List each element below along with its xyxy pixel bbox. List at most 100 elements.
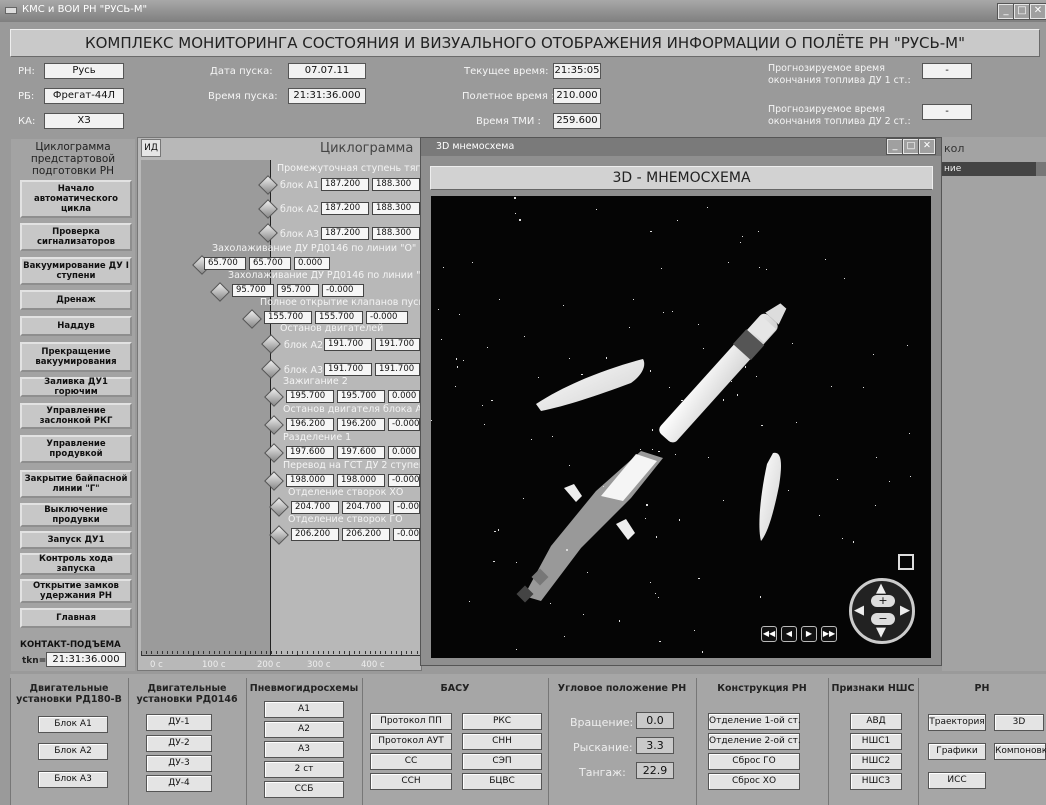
rd180-block-button[interactable]: Блок А2 [38,743,108,760]
launch-time-value: 21:31:36.000 [288,88,366,104]
basu-button[interactable]: СЭП [462,753,542,770]
sidebar-item-13[interactable]: Контроль хода запуска [20,553,132,575]
sidebar-item-10[interactable]: Закрытие байпасной линии "Г" [20,470,132,498]
axis-tick [188,651,189,654]
rn-label: РН: [18,66,35,77]
roll-value: 0.0 [636,712,674,729]
event-value: 95.700 [232,284,274,297]
app-icon [5,7,17,14]
basu-button[interactable]: РКС [462,713,542,730]
mnemo-maximize-icon[interactable]: □ [902,138,920,155]
construction-button[interactable]: Отделение 2-ой ст. [708,733,801,750]
rewind-icon[interactable]: ◀◀ [761,626,777,642]
nsh-button[interactable]: НШС1 [850,733,902,750]
nsh-button[interactable]: АВД [850,713,902,730]
tmi-time-value: 259.600 [553,113,601,129]
sidebar-item-8[interactable]: Управление заслонкой РКГ [20,403,132,429]
axis-tick [344,651,345,654]
dpad-down-icon[interactable]: ▼ [876,625,886,640]
axis-tick-label: 200 с [257,660,281,670]
rn-3d-button[interactable]: 3D [994,714,1044,731]
dpad-right-icon[interactable]: ▶ [900,603,910,618]
basu-button[interactable]: СНН [462,733,542,750]
event-label: Захолаживание ДУ РД0146 по линии "Г" [228,270,431,281]
event-value: 95.700 [277,284,319,297]
sidebar-item-14[interactable]: Открытие замков удержания РН [20,579,132,603]
axis-tick-label: 400 с [361,660,385,670]
basu-button[interactable]: Протокол ПП [370,713,452,730]
rn-trajectory-button[interactable]: Траектория [928,714,986,731]
title-bar: КМС и ВОИ РН "РУСЬ-М" _ □ ✕ [0,0,1046,22]
sidebar-item-4[interactable]: Дренаж [20,290,132,310]
rd0146-du-button[interactable]: ДУ-2 [146,735,212,752]
rn-layout-button[interactable]: Компоновка [994,743,1046,760]
basu-button[interactable]: БЦВС [462,773,542,790]
sidebar-item-1[interactable]: Начало автоматического цикла [20,180,132,218]
mnemo-minimize-icon[interactable]: _ [886,138,904,155]
axis-tick [281,651,282,654]
construction-button[interactable]: Сброс ХО [708,773,800,790]
rd180-block-button[interactable]: Блок А3 [38,771,108,788]
axis-tick [172,651,173,654]
rd0146-du-button[interactable]: ДУ-1 [146,714,212,731]
event-label: Захолаживание ДУ РД0146 по линии "О" [212,243,417,254]
basu-button[interactable]: ССН [370,773,452,790]
axis-tick [406,651,407,654]
cyclogram-chart-area [141,160,271,655]
close-icon[interactable]: ✕ [1029,3,1046,20]
sidebar-item-5[interactable]: Наддув [20,316,132,336]
event-label: Разделение 1 [283,432,352,443]
event-label: Отделение створок ХО [288,487,404,498]
rd0146-du-button[interactable]: ДУ-4 [146,775,212,792]
axis-tick [245,651,246,656]
mnemo-close-icon[interactable]: ✕ [918,138,936,155]
axis-tick [349,651,350,656]
axis-tick [313,651,314,654]
basu-button[interactable]: Протокол АУТ [370,733,452,750]
construction-button[interactable]: Отделение 1-ой ст. [708,713,801,730]
event-label: блок А3 [280,229,320,240]
dpad-left-icon[interactable]: ◀ [854,603,864,618]
sidebar-title: Циклограмма предстартовой подготовки РН [30,141,116,177]
construction-button[interactable]: Сброс ГО [708,753,800,770]
construction-title: Конструкция РН [717,683,807,694]
event-value: 198.000 [337,474,385,487]
axis-tick [339,651,340,654]
play-icon[interactable]: ▶ [801,626,817,642]
rd0146-du-button[interactable]: ДУ-3 [146,755,212,772]
pneumo-button[interactable]: А3 [264,741,344,758]
sidebar-item-12[interactable]: Запуск ДУ1 [20,531,132,549]
nsh-button[interactable]: НШС2 [850,753,902,770]
rn-graphs-button[interactable]: Графики [928,743,986,760]
basu-button[interactable]: СС [370,753,452,770]
fast-forward-icon[interactable]: ▶▶ [821,626,837,642]
sidebar-item-6[interactable]: Прекращение вакуумирования [20,342,132,372]
fullscreen-icon[interactable] [898,554,914,570]
sidebar-item-2[interactable]: Проверка сигнализаторов [20,223,132,251]
event-value: 196.200 [286,418,334,431]
sidebar-item-3[interactable]: Вакуумирование ДУ I ступени [20,257,132,285]
pneumo-button[interactable]: А1 [264,701,344,718]
rd180-block-button[interactable]: Блок А1 [38,716,108,733]
axis-tick [193,651,194,656]
rn-value: Русь [44,63,124,79]
minimize-icon[interactable]: _ [997,3,1015,20]
step-back-icon[interactable]: ◀ [781,626,797,642]
zoom-in-icon[interactable]: + [871,595,895,607]
space-scene[interactable]: ▲ ▼ ◀ ▶ + − ◀◀ ◀ ▶ ▶▶ [431,196,931,658]
tkn-label: tkn= [22,656,47,666]
pneumo-button[interactable]: 2 ст [264,761,344,778]
sidebar-item-15[interactable]: Главная [20,608,132,628]
camera-dpad[interactable]: ▲ ▼ ◀ ▶ + − [849,578,915,644]
event-value: 191.700 [375,363,420,376]
pneumo-button[interactable]: ССБ [264,781,344,798]
zoom-out-icon[interactable]: − [871,613,895,625]
nsh-button[interactable]: НШС3 [850,773,902,790]
axis-tick [250,651,251,654]
sidebar-item-7[interactable]: Заливка ДУ1 горючим [20,377,132,397]
sidebar-item-9[interactable]: Управление продувкой [20,435,132,463]
pneumo-button[interactable]: А2 [264,721,344,738]
rn-iss-button[interactable]: ИСС [928,772,986,789]
sidebar-item-11[interactable]: Выключение продувки [20,503,132,527]
maximize-icon[interactable]: □ [1013,3,1031,20]
